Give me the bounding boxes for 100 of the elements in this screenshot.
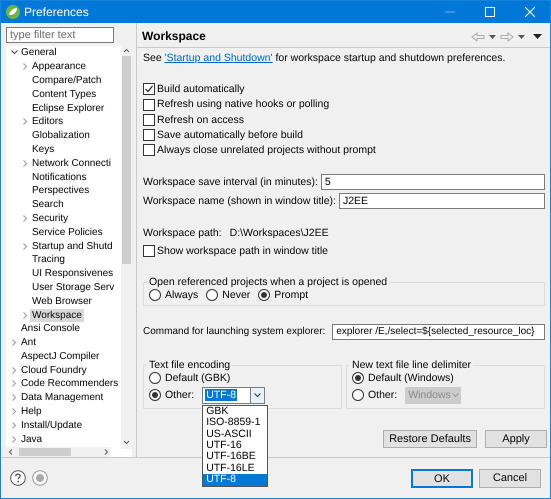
field-label: Workspace name (shown in window title): bbox=[143, 194, 336, 208]
tree-item[interactable]: Cloud Foundry bbox=[19, 364, 89, 377]
chevron-right-icon[interactable] bbox=[22, 312, 28, 318]
radio-button[interactable] bbox=[149, 389, 161, 402]
scrollbar-thumb[interactable] bbox=[122, 56, 131, 264]
tree-item[interactable]: User Storage Serv bbox=[30, 280, 116, 294]
checkbox[interactable] bbox=[143, 245, 155, 258]
tree-item[interactable]: Notifications bbox=[30, 170, 88, 184]
tree-item[interactable]: Service Policies bbox=[30, 226, 105, 239]
help-icon[interactable] bbox=[10, 470, 26, 486]
chevron-right-icon[interactable] bbox=[22, 63, 28, 70]
record-icon[interactable] bbox=[32, 470, 48, 486]
dropdown-option[interactable]: UTF-8 bbox=[203, 474, 268, 486]
dropdown-option[interactable]: UTF-16LE bbox=[203, 462, 268, 474]
chevron-right-icon[interactable] bbox=[12, 366, 16, 374]
checkbox-label: Show workspace path in window title bbox=[157, 245, 328, 258]
chevron-down-icon[interactable] bbox=[10, 50, 18, 56]
group-title: Open referenced projects when a project is opened bbox=[147, 276, 390, 289]
tree-item[interactable]: Data Management bbox=[19, 391, 106, 404]
chevron-right-icon[interactable] bbox=[12, 422, 16, 429]
radio-label: Prompt bbox=[274, 288, 308, 302]
chevron-right-icon[interactable] bbox=[12, 339, 16, 346]
menu-caret-icon[interactable] bbox=[533, 34, 542, 39]
tree-item[interactable]: Network Connecti bbox=[30, 156, 113, 170]
tree-item[interactable]: Code Recommenders bbox=[19, 377, 120, 390]
radio-button[interactable] bbox=[352, 389, 364, 402]
restore-defaults-button[interactable]: Restore Defaults bbox=[383, 430, 477, 448]
scrollbar-thumb[interactable] bbox=[19, 448, 71, 456]
encoding-combo[interactable]: UTF-8 bbox=[202, 386, 266, 404]
dropdown-option[interactable]: UTF-16 bbox=[203, 440, 268, 452]
tree-item[interactable]: General bbox=[19, 46, 59, 60]
intro-text: See 'Startup and Shutdown' for workspace startup and shutdown preferences. bbox=[143, 52, 506, 65]
tree-item[interactable]: Workspace bbox=[30, 308, 84, 322]
checkbox[interactable] bbox=[143, 83, 155, 96]
close-icon[interactable] bbox=[525, 7, 535, 17]
caret-icon[interactable] bbox=[489, 34, 496, 38]
tree-item[interactable]: Content Types bbox=[30, 88, 98, 101]
radio-label: Always bbox=[165, 288, 198, 302]
apply-button[interactable]: Apply bbox=[485, 430, 547, 448]
text-field[interactable]: 5 bbox=[320, 174, 545, 190]
tree-item[interactable]: Editors bbox=[30, 115, 66, 128]
startup-link[interactable]: 'Startup and Shutdown' bbox=[164, 52, 273, 64]
radio-label: Default (Windows) bbox=[368, 372, 454, 384]
caret-icon[interactable] bbox=[518, 34, 525, 38]
tree-item[interactable]: Help bbox=[19, 405, 44, 418]
radio-label: Default (GBK) bbox=[165, 372, 230, 384]
tree-item[interactable]: Install/Update bbox=[19, 418, 84, 432]
caret-down-icon[interactable] bbox=[254, 393, 262, 398]
chevron-right-icon[interactable] bbox=[22, 160, 28, 167]
radio-button[interactable] bbox=[352, 372, 364, 384]
field-label: Workspace save interval (in minutes): bbox=[143, 176, 318, 188]
chevron-right-icon[interactable] bbox=[22, 242, 28, 250]
checkbox[interactable] bbox=[143, 114, 155, 126]
chevron-right-icon[interactable] bbox=[22, 118, 28, 126]
dropdown-option[interactable]: ISO-8859-1 bbox=[203, 417, 268, 429]
chevron-right-icon[interactable] bbox=[12, 394, 16, 402]
horizontal-scrollbar[interactable] bbox=[6, 447, 111, 457]
radio-button[interactable] bbox=[149, 372, 161, 384]
chevron-right-icon[interactable] bbox=[22, 214, 28, 222]
tree-item[interactable]: Startup and Shutd bbox=[30, 240, 115, 253]
checkbox-label: Build automatically bbox=[157, 82, 245, 96]
tree-item[interactable]: Search bbox=[30, 198, 66, 212]
maximize-icon[interactable] bbox=[485, 7, 495, 17]
dropdown-option[interactable]: UTF-16BE bbox=[203, 451, 268, 463]
tree-item[interactable]: Ant bbox=[19, 336, 38, 350]
radio-button[interactable] bbox=[149, 289, 161, 302]
chevron-right-icon[interactable] bbox=[12, 436, 16, 443]
vertical-scrollbar[interactable] bbox=[121, 46, 132, 449]
tree-item[interactable]: Security bbox=[30, 212, 70, 225]
tree-item[interactable]: Java bbox=[19, 432, 44, 446]
tree-item[interactable]: Ansi Console bbox=[19, 322, 82, 336]
checkbox[interactable] bbox=[143, 98, 155, 111]
checkbox[interactable] bbox=[143, 144, 155, 156]
tree-item[interactable]: Web Browser bbox=[30, 294, 94, 308]
tree-item[interactable]: Eclipse Explorer bbox=[30, 102, 106, 115]
tree-item[interactable]: Keys bbox=[30, 142, 56, 156]
tree-item[interactable]: Appearance bbox=[30, 60, 88, 74]
tree-item[interactable]: Tracing bbox=[30, 253, 67, 266]
chevron-right-icon[interactable] bbox=[12, 380, 16, 388]
path-label: Workspace path: bbox=[143, 227, 222, 240]
ok-button[interactable]: OK bbox=[411, 468, 473, 488]
radio-button[interactable] bbox=[206, 289, 218, 302]
radio-label: Other: bbox=[165, 389, 194, 402]
radio-button[interactable] bbox=[258, 289, 270, 302]
chevron-right-icon[interactable] bbox=[12, 408, 16, 416]
tree-item[interactable]: Perspectives bbox=[30, 184, 92, 198]
filter-field[interactable]: type filter text bbox=[6, 27, 114, 43]
window-title: Preferences bbox=[24, 4, 89, 20]
tree-item[interactable]: AspectJ Compiler bbox=[19, 350, 102, 363]
dropdown-option[interactable]: US-ASCII bbox=[203, 428, 268, 440]
tree-item[interactable]: Compare/Patch bbox=[30, 74, 104, 87]
check-icon bbox=[144, 84, 154, 94]
text-field[interactable]: J2EE bbox=[338, 193, 545, 210]
field-label: Command for launching system explorer: bbox=[143, 326, 326, 338]
text-field[interactable]: explorer /E,/select=${selected_resource_loc} bbox=[332, 324, 545, 340]
checkbox[interactable] bbox=[143, 129, 155, 142]
dropdown-option[interactable]: GBK bbox=[203, 406, 268, 418]
tree-item[interactable]: Globalization bbox=[30, 129, 92, 142]
cancel-button[interactable]: Cancel bbox=[479, 468, 541, 488]
tree-item[interactable]: UI Responsivenes bbox=[30, 267, 116, 280]
